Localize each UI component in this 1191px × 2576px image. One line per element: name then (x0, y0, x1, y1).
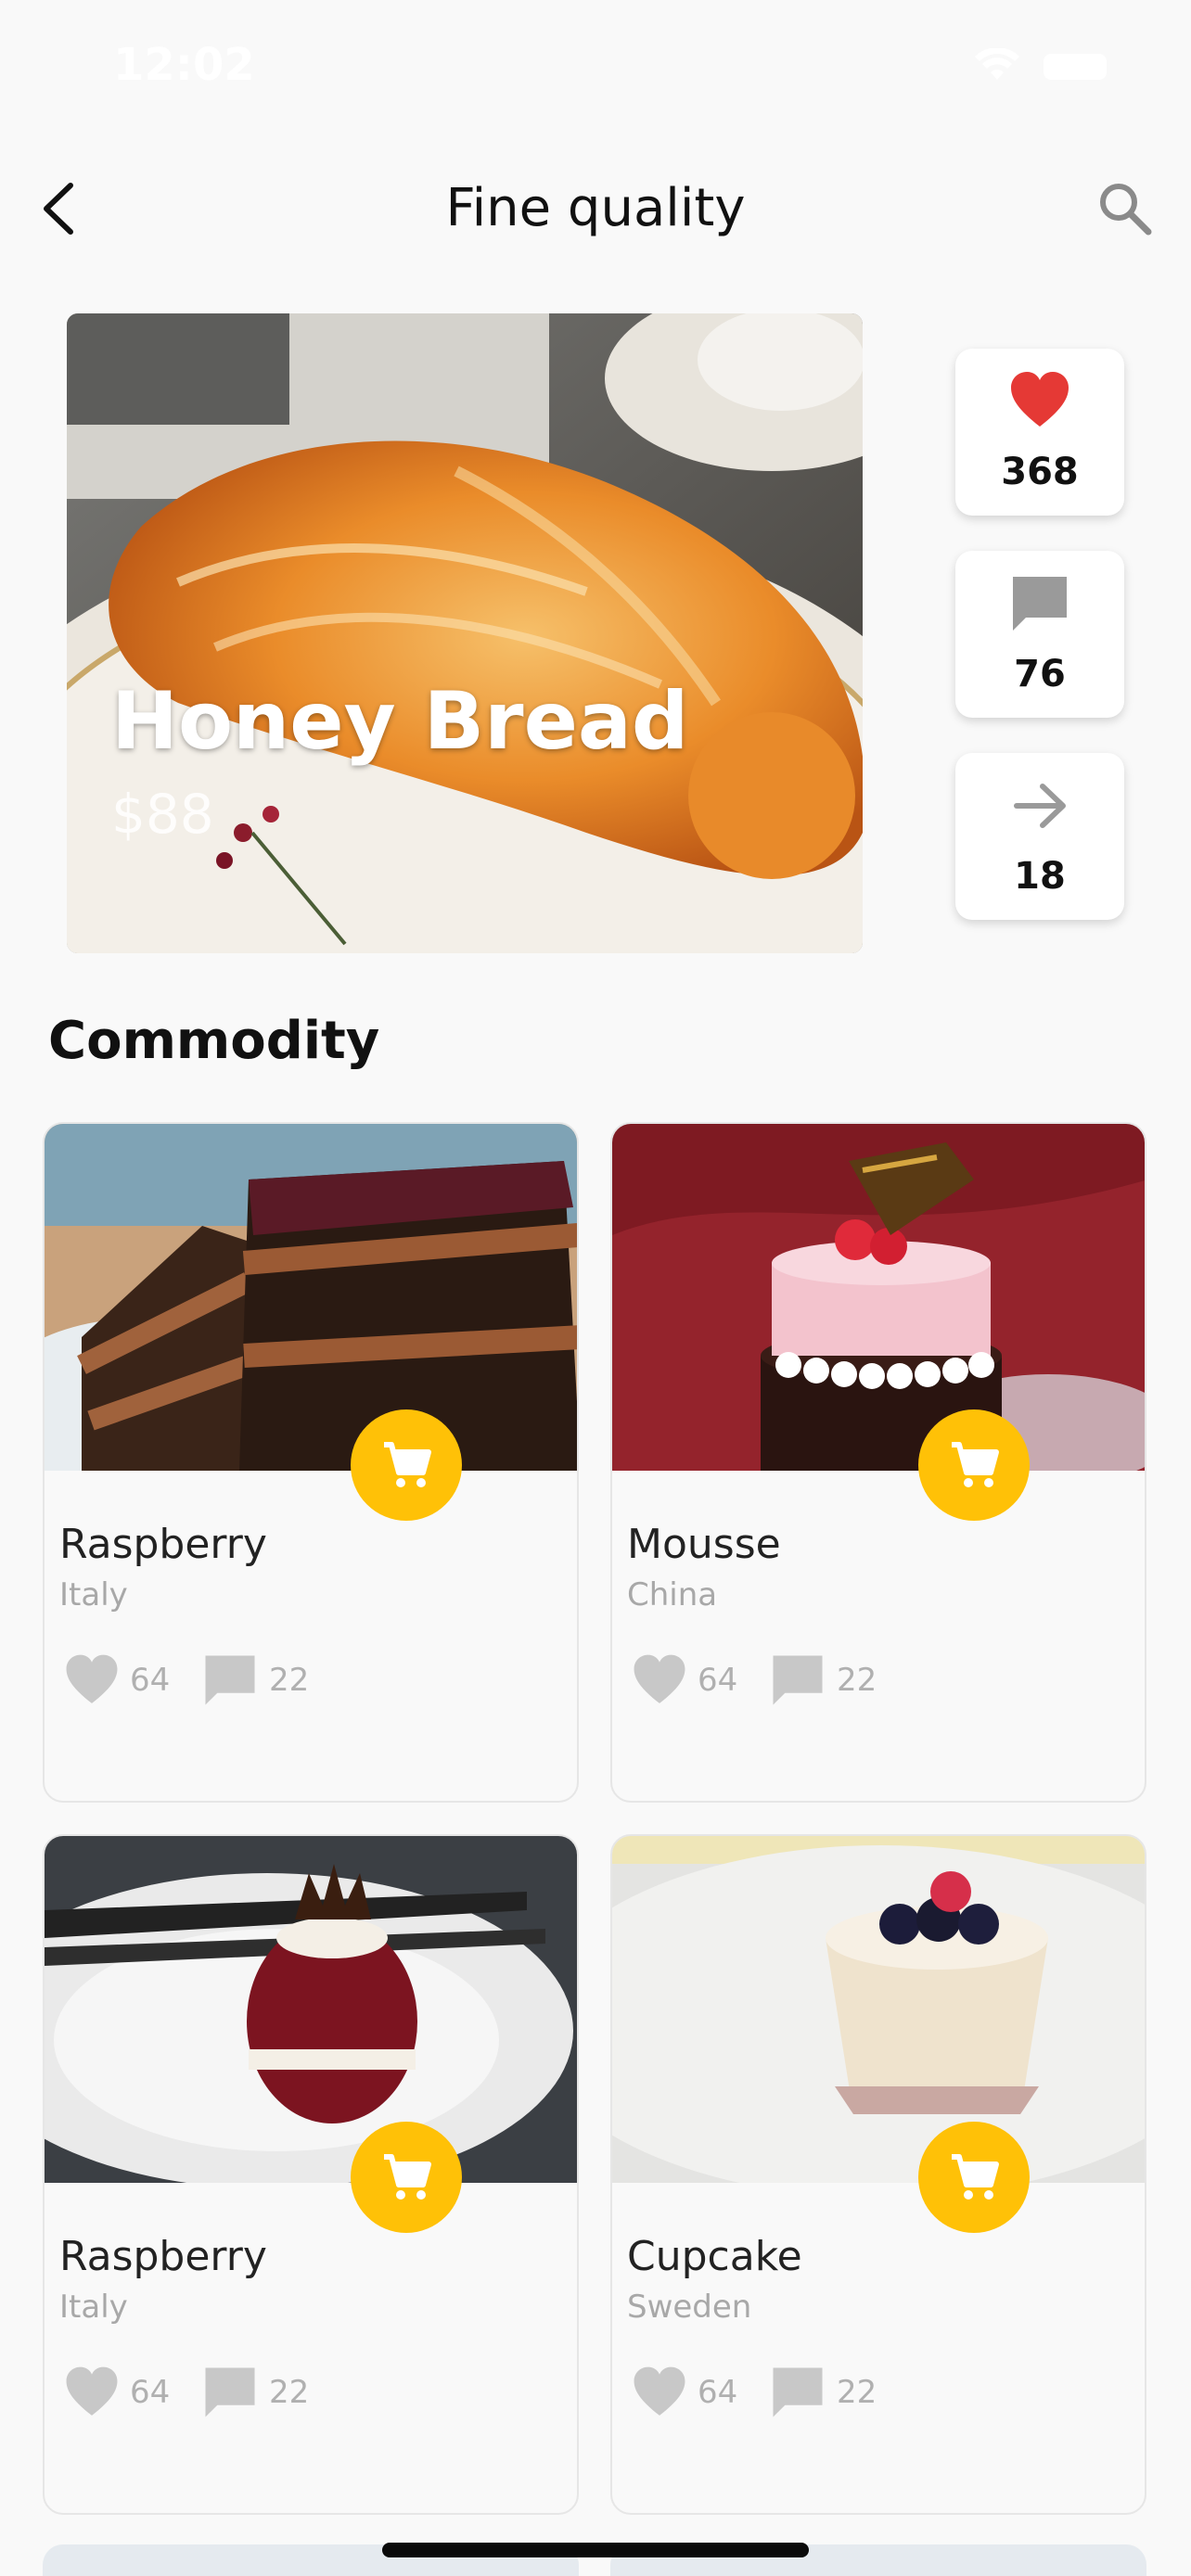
comment-count: 22 (269, 2374, 310, 2411)
comment-count: 22 (269, 1662, 310, 1699)
wifi-icon (975, 48, 1019, 80)
status-bar: 12:02 (0, 0, 1191, 130)
header: Fine quality (0, 158, 1191, 260)
heart-icon (1011, 372, 1069, 427)
search-icon[interactable] (1095, 178, 1154, 237)
raspberry-cake-image (45, 1124, 577, 1471)
comment-count: 76 (1014, 653, 1066, 695)
page-title: Fine quality (445, 178, 746, 238)
featured-price: $88 (111, 783, 214, 846)
cart-icon (952, 1442, 999, 1487)
share-stat-button[interactable]: 18 (955, 753, 1124, 920)
share-arrow-icon (1014, 784, 1066, 828)
product-origin: China (627, 1576, 718, 1613)
like-count: 64 (698, 1662, 738, 1699)
heart-icon[interactable] (61, 1652, 122, 1710)
add-to-cart-button[interactable] (351, 2122, 462, 2233)
like-count: 64 (130, 1662, 171, 1699)
featured-card[interactable]: Honey Bread $88 (67, 313, 863, 953)
product-card[interactable]: Raspberry Italy 64 22 (43, 1834, 579, 2515)
comment-icon[interactable] (200, 1651, 260, 1710)
red-velvet-cake-image (45, 1836, 577, 2183)
like-count: 64 (698, 2374, 738, 2411)
comment-stat-button[interactable]: 76 (955, 551, 1124, 718)
featured-name: Honey Bread (111, 675, 689, 768)
comment-icon[interactable] (768, 2363, 827, 2422)
like-count: 368 (1001, 451, 1079, 493)
cart-icon (384, 1442, 431, 1487)
product-card[interactable]: Cupcake Sweden 64 22 (610, 1834, 1146, 2515)
comment-icon (1013, 577, 1067, 631)
product-origin: Italy (59, 2289, 128, 2326)
add-to-cart-button[interactable] (351, 1409, 462, 1521)
product-card[interactable]: Raspberry Italy 64 22 (43, 1122, 579, 1803)
cart-icon (952, 2154, 999, 2200)
heart-icon[interactable] (61, 2365, 122, 2422)
section-title: Commodity (48, 1011, 380, 1071)
product-origin: Sweden (627, 2289, 752, 2326)
product-card[interactable]: Mousse China 64 22 (610, 1122, 1146, 1803)
cupcake-image (612, 1836, 1145, 2183)
heart-icon[interactable] (629, 1652, 690, 1710)
like-count: 64 (130, 2374, 171, 2411)
comment-count: 22 (837, 1662, 877, 1699)
mousse-cake-image (612, 1124, 1145, 1471)
comment-icon[interactable] (768, 1651, 827, 1710)
share-count: 18 (1014, 855, 1066, 898)
add-to-cart-button[interactable] (918, 2122, 1030, 2233)
comment-count: 22 (837, 2374, 877, 2411)
honey-bread-image (67, 313, 863, 953)
product-name: Raspberry (59, 1521, 267, 1568)
status-time: 12:02 (113, 39, 255, 91)
cart-icon (384, 2154, 431, 2200)
product-name: Raspberry (59, 2233, 267, 2280)
like-stat-button[interactable]: 368 (955, 349, 1124, 516)
add-to-cart-button[interactable] (918, 1409, 1030, 1521)
heart-icon[interactable] (629, 2365, 690, 2422)
product-name: Cupcake (627, 2233, 802, 2280)
battery-icon (1044, 54, 1107, 80)
product-name: Mousse (627, 1521, 781, 1568)
home-indicator[interactable] (382, 2543, 809, 2557)
product-origin: Italy (59, 1576, 128, 1613)
comment-icon[interactable] (200, 2363, 260, 2422)
